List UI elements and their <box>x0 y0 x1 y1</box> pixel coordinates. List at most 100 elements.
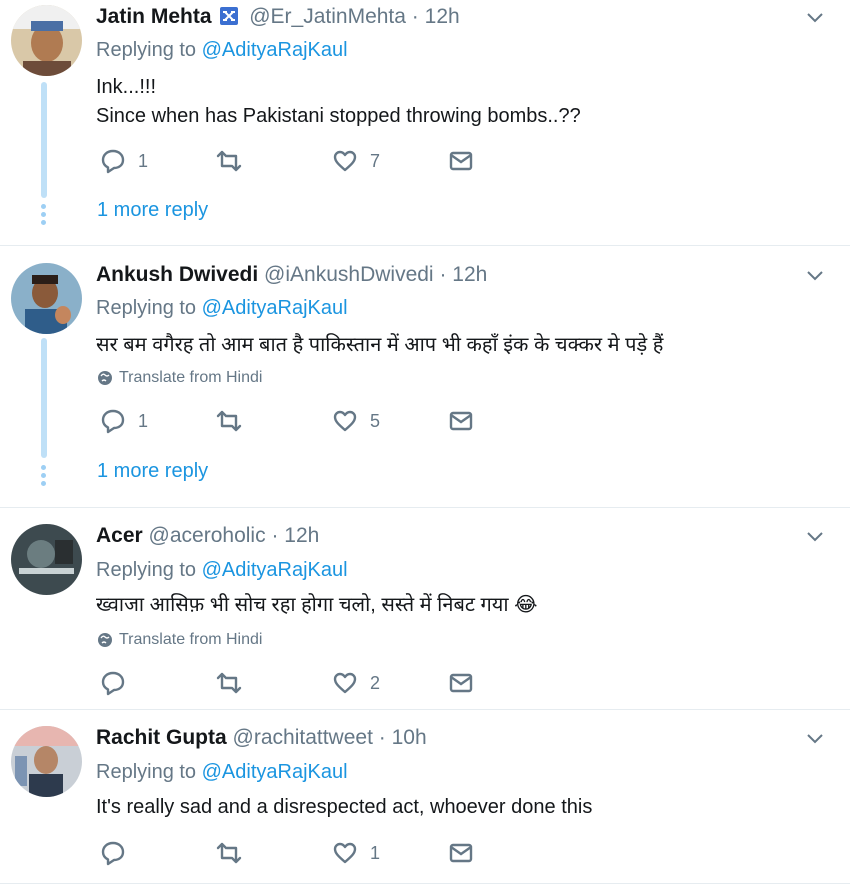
replying-to-label: Replying to <box>96 39 202 61</box>
replying-to: Replying to @AdityaRajKaul <box>96 761 348 784</box>
like-button[interactable]: 7 <box>332 148 380 174</box>
direct-message-button[interactable] <box>448 840 474 866</box>
envelope-icon <box>449 843 473 863</box>
reply-button[interactable] <box>100 670 138 696</box>
globe-icon <box>98 371 112 385</box>
retweet-button[interactable] <box>216 408 254 434</box>
replying-to-label: Replying to <box>96 761 202 783</box>
tweet-actions: 2 <box>100 670 500 696</box>
reply-button[interactable]: 1 <box>100 148 148 174</box>
mention-link[interactable]: @AdityaRajKaul <box>202 559 348 581</box>
timestamp[interactable]: 12h <box>284 524 319 547</box>
direct-message-button[interactable] <box>448 670 474 696</box>
tweet-header: Jatin Mehta @Er_JatinMehta · 12h <box>96 5 460 29</box>
reply-icon <box>101 671 125 696</box>
retweet-button[interactable] <box>216 670 254 696</box>
tweet-text-line: Since when has Pakistani stopped throwin… <box>96 105 581 127</box>
mention-link[interactable]: @AdityaRajKaul <box>202 297 348 319</box>
reply-button[interactable]: 1 <box>100 408 148 434</box>
thread-dots <box>41 204 47 228</box>
tweet[interactable]: Rachit Gupta @rachitattweet · 10h Replyi… <box>0 710 850 884</box>
chevron-down-icon[interactable] <box>806 733 824 745</box>
tweet-actions: 1 7 <box>100 148 500 174</box>
user-name[interactable]: Rachit Gupta <box>96 726 227 749</box>
thread-dots <box>41 465 47 489</box>
replying-to: Replying to @AdityaRajKaul <box>96 297 348 320</box>
reply-button[interactable] <box>100 840 138 866</box>
direct-message-button[interactable] <box>448 148 474 174</box>
chevron-down-icon[interactable] <box>806 12 824 24</box>
separator-dot: · <box>271 524 279 547</box>
envelope-icon <box>449 151 473 171</box>
like-count: 1 <box>370 842 381 863</box>
tweet-header: Rachit Gupta @rachitattweet · 10h <box>96 726 427 750</box>
heart-icon <box>333 672 357 694</box>
replying-to: Replying to @AdityaRajKaul <box>96 39 348 62</box>
reply-icon <box>101 149 125 174</box>
tweet-actions: 1 <box>100 840 500 866</box>
user-name[interactable]: Ankush Dwivedi <box>96 263 258 286</box>
like-button[interactable]: 1 <box>332 840 380 866</box>
globe-icon <box>98 633 112 647</box>
retweet-button[interactable] <box>216 840 254 866</box>
tweet-text-line: It's really sad and a disrespected act, … <box>96 796 593 818</box>
user-name[interactable]: Acer <box>96 524 143 547</box>
replying-to-label: Replying to <box>96 559 202 581</box>
envelope-icon <box>449 673 473 693</box>
chevron-down-icon[interactable] <box>806 531 824 543</box>
direct-message-button[interactable] <box>448 408 474 434</box>
tweet-header: Acer @aceroholic · 12h <box>96 524 319 548</box>
mention-link[interactable]: @AdityaRajKaul <box>202 761 348 783</box>
user-name[interactable]: Jatin Mehta <box>96 5 212 28</box>
like-button[interactable]: 2 <box>332 670 380 696</box>
translate-label: Translate from Hindi <box>119 631 263 648</box>
separator-dot: · <box>439 263 447 286</box>
thread-line <box>41 338 47 458</box>
retweet-button[interactable] <box>216 148 254 174</box>
tweet[interactable]: Ankush Dwivedi @iAnkushDwivedi · 12h Rep… <box>0 246 850 508</box>
mention-link[interactable]: @AdityaRajKaul <box>202 39 348 61</box>
translate-link[interactable]: Translate from Hindi <box>97 631 262 649</box>
retweet-icon <box>216 842 242 864</box>
translate-link[interactable]: Translate from Hindi <box>97 369 262 387</box>
timestamp[interactable]: 10h <box>392 726 427 749</box>
more-reply-link[interactable]: 1 more reply <box>97 460 208 483</box>
avatar[interactable] <box>11 726 82 797</box>
timestamp[interactable]: 12h <box>425 5 460 28</box>
tweet-text-line: Ink...!!! <box>96 76 157 98</box>
retweet-icon <box>216 410 242 432</box>
reply-count: 1 <box>138 150 149 171</box>
tweet[interactable]: Jatin Mehta @Er_JatinMehta · 12h Replyin… <box>0 0 850 246</box>
reply-count: 1 <box>138 410 149 431</box>
heart-icon <box>333 150 357 172</box>
tweet-actions: 1 5 <box>100 408 500 434</box>
user-handle[interactable]: @Er_JatinMehta <box>249 5 406 28</box>
like-count: 7 <box>370 150 381 171</box>
chevron-down-icon[interactable] <box>806 270 824 282</box>
retweet-icon <box>216 150 242 172</box>
reply-icon <box>101 841 125 866</box>
avatar[interactable] <box>11 263 82 334</box>
like-count: 5 <box>370 410 381 431</box>
user-handle[interactable]: @rachitattweet <box>233 726 373 749</box>
user-handle[interactable]: @aceroholic <box>149 524 266 547</box>
replying-to-label: Replying to <box>96 297 202 319</box>
timestamp[interactable]: 12h <box>452 263 487 286</box>
heart-icon <box>333 842 357 864</box>
like-button[interactable]: 5 <box>332 408 380 434</box>
like-count: 2 <box>370 672 381 693</box>
more-reply-link[interactable]: 1 more reply <box>97 199 208 222</box>
avatar[interactable] <box>11 524 82 595</box>
tweet[interactable]: Acer @aceroholic · 12h Replying to @Adit… <box>0 508 850 710</box>
user-handle[interactable]: @iAnkushDwivedi <box>264 263 434 286</box>
separator-dot: · <box>411 5 419 28</box>
reply-icon <box>101 409 125 434</box>
thread-line <box>41 82 47 198</box>
heart-icon <box>333 410 357 432</box>
verified-badge-icon <box>220 7 239 25</box>
tweet-text-line: सर बम वगैरह तो आम बात है पाकिस्तान में आ… <box>96 334 664 356</box>
tweet-header: Ankush Dwivedi @iAnkushDwivedi · 12h <box>96 263 487 287</box>
avatar[interactable] <box>11 5 82 76</box>
retweet-icon <box>216 672 242 694</box>
tweet-text-line: ख्वाजा आसिफ़ भी सोच रहा होगा चलो, सस्ते … <box>96 594 538 616</box>
